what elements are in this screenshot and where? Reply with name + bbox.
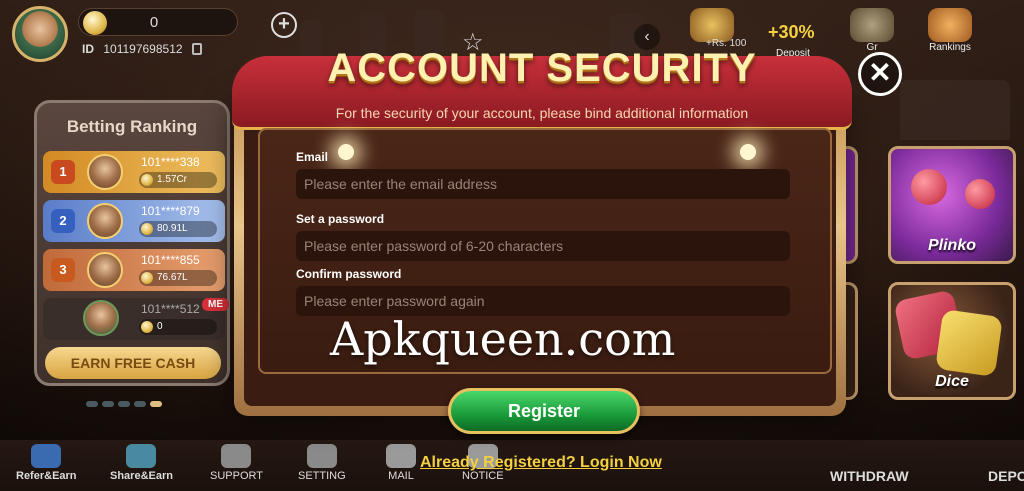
nav-refer-earn[interactable]: Refer&Earn [16, 444, 77, 482]
dialog-subtitle: For the security of your account, please… [335, 105, 749, 121]
avatar [83, 300, 119, 336]
coin-icon [141, 272, 153, 284]
nav-label: Refer&Earn [16, 470, 77, 482]
rankings-icon [928, 8, 972, 42]
game-label: Dice [935, 373, 969, 390]
rankings-item[interactable]: Rankings [928, 8, 972, 53]
gear-icon [306, 444, 337, 468]
ranking-row: 2 101****879 80.91L [43, 200, 225, 242]
support-icon [221, 444, 252, 468]
rank-medal-icon: 2 [51, 209, 75, 233]
dialog-title: ACCOUNT SECURITY [327, 46, 757, 90]
rank-amount: 76.67L [139, 270, 217, 286]
game-tile-dice[interactable]: Dice [888, 282, 1016, 400]
avatar [87, 154, 123, 190]
id-value: 101197698512 [103, 42, 183, 56]
mail-icon [386, 444, 416, 468]
withdraw-button[interactable]: WITHDRAW [830, 468, 909, 484]
ball-icon [911, 169, 947, 205]
ranking-row: 3 101****855 76.67L [43, 249, 225, 291]
game-label: Plinko [927, 237, 976, 254]
avatar [87, 203, 123, 239]
coin-icon [141, 321, 153, 333]
email-field[interactable] [296, 169, 790, 199]
nav-support[interactable]: SUPPORT [210, 444, 263, 482]
rank-amount-value: 76.67L [157, 272, 188, 283]
user-id-row: ID 101197698512 [82, 42, 202, 56]
avatar [87, 252, 123, 288]
balance-bar: 0 + [78, 8, 297, 38]
gr-icon [850, 8, 894, 42]
nav-label: SUPPORT [210, 470, 263, 482]
cat-icon [690, 8, 734, 42]
balance-value: 0 [149, 14, 159, 31]
rankings-label: Rankings [929, 42, 971, 53]
coin-icon [141, 223, 153, 235]
stage-light-icon [740, 144, 756, 160]
register-button[interactable]: Register [448, 388, 640, 434]
gr-item[interactable]: Gr [850, 8, 894, 53]
rank-medal-icon: 1 [51, 160, 75, 184]
confirm-password-label: Confirm password [296, 267, 402, 281]
game-tile-plinko[interactable]: Plinko [888, 146, 1016, 264]
nav-setting[interactable]: SETTING [298, 444, 346, 482]
email-label: Email [296, 150, 329, 164]
nav-label: MAIL [388, 470, 414, 482]
close-button[interactable]: ✕ [858, 52, 902, 96]
carousel-dot[interactable] [118, 401, 130, 407]
me-badge: ME [202, 298, 229, 311]
password-label: Set a password [296, 212, 385, 226]
rank-amount-value: 0 [157, 321, 163, 332]
rank-amount: 80.91L [139, 221, 217, 237]
nav-share-earn[interactable]: Share&Earn [110, 444, 173, 482]
ranking-row: 1 101****338 1.57Cr [43, 151, 225, 193]
share-icon [126, 444, 157, 468]
stage-light-icon [338, 144, 354, 160]
coin-icon [141, 174, 153, 186]
profile-header: 0 + ID 101197698512 [8, 4, 297, 62]
background-tower [900, 80, 1010, 140]
rank-name: 101****512 [141, 302, 200, 316]
copy-icon[interactable] [191, 43, 202, 55]
carousel-dot[interactable] [86, 401, 98, 407]
rank-name: 101****855 [141, 253, 200, 267]
carousel-dot[interactable] [102, 401, 114, 407]
add-balance-button[interactable]: + [271, 12, 297, 38]
login-link[interactable]: Already Registered? Login Now [420, 454, 662, 472]
rank-name: 101****338 [141, 155, 200, 169]
avatar[interactable] [12, 6, 68, 62]
nav-label: SETTING [298, 470, 346, 482]
nav-label: Share&Earn [110, 470, 173, 482]
nav-mail[interactable]: MAIL [386, 444, 416, 482]
ball-icon [965, 179, 995, 209]
carousel-dot[interactable] [134, 401, 146, 407]
rank-amount: 0 [139, 319, 217, 335]
rank-amount-value: 1.57Cr [157, 174, 188, 185]
watermark: Apkqueen.com [330, 312, 676, 366]
id-label: ID [82, 42, 94, 56]
betting-ranking-panel: Betting Ranking 1 101****338 1.57Cr 2 10… [34, 100, 230, 386]
rank-medal-icon: 3 [51, 258, 75, 282]
bonus-item[interactable] [690, 8, 734, 42]
refer-icon [31, 444, 62, 468]
deposit-percent: +30% [768, 22, 815, 42]
carousel-dots [86, 394, 166, 412]
die-icon [935, 309, 1003, 377]
ranking-row-me: 101****512 ME 0 [43, 298, 229, 340]
rank-amount: 1.57Cr [139, 172, 217, 188]
deposit-button[interactable]: DEPO [988, 468, 1024, 484]
earn-free-cash-button[interactable]: EARN FREE CASH [45, 347, 221, 379]
password-field[interactable] [296, 231, 790, 261]
ranking-title: Betting Ranking [66, 117, 198, 136]
carousel-dot[interactable] [150, 401, 162, 407]
rank-amount-value: 80.91L [157, 223, 188, 234]
rank-name: 101****879 [141, 204, 200, 218]
